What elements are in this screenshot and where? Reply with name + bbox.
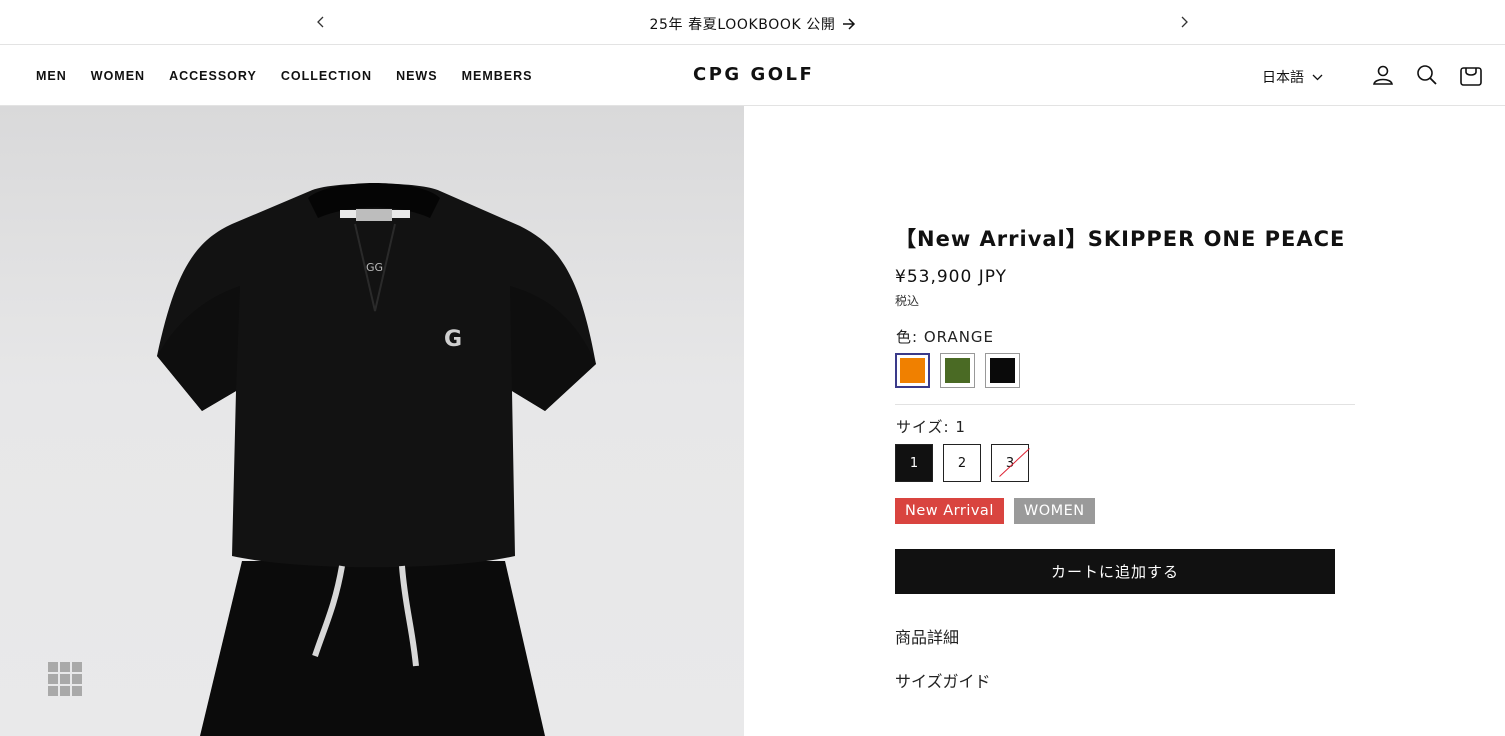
color-swatches (895, 353, 1020, 388)
language-selector[interactable]: 日本語 (1262, 67, 1323, 87)
nav-item-women[interactable]: WOMEN (91, 69, 145, 83)
nav-item-members[interactable]: MEMBERS (462, 69, 533, 83)
announcement-link[interactable]: 25年 春夏LOOKBOOK 公開 (649, 14, 855, 34)
site-header: MEN WOMEN ACCESSORY COLLECTION NEWS MEMB… (0, 45, 1505, 106)
product-badges: New Arrival WOMEN (895, 498, 1095, 524)
svg-text:G: G (444, 327, 462, 352)
swatch-fill (900, 358, 925, 383)
cart-icon[interactable] (1459, 63, 1483, 87)
product-title: 【New Arrival】SKIPPER ONE PEACE (895, 227, 1346, 251)
grid-icon[interactable] (48, 662, 82, 696)
nav-item-collection[interactable]: COLLECTION (281, 69, 372, 83)
size-option-1[interactable]: 1 (895, 444, 933, 482)
swatch-fill (990, 358, 1015, 383)
svg-text:GG: GG (366, 261, 383, 274)
announcement-text: 25年 春夏LOOKBOOK 公開 (649, 17, 836, 33)
arrow-right-icon (842, 18, 855, 30)
badge-women: WOMEN (1013, 498, 1095, 524)
announcement-bar: 25年 春夏LOOKBOOK 公開 (0, 0, 1505, 45)
product-image[interactable]: G GG (0, 106, 744, 736)
size-label: サイズ: 1 (896, 418, 966, 436)
color-swatch-green[interactable] (940, 353, 975, 388)
color-swatch-black[interactable] (985, 353, 1020, 388)
add-to-cart-button[interactable]: カートに追加する (895, 549, 1335, 594)
badge-new-arrival: New Arrival (895, 498, 1004, 524)
chevron-down-icon (1312, 74, 1323, 80)
color-swatch-orange[interactable] (895, 353, 930, 388)
site-logo[interactable]: CPG GOLF (693, 64, 814, 85)
divider (895, 404, 1355, 405)
tax-note: 税込 (895, 294, 920, 308)
main-nav: MEN WOMEN ACCESSORY COLLECTION NEWS MEMB… (36, 69, 532, 83)
size-option-2[interactable]: 2 (943, 444, 981, 482)
size-option-3[interactable]: 3 (991, 444, 1029, 482)
product-details-toggle[interactable]: 商品詳細 (895, 624, 959, 648)
garment-illustration: G GG (157, 183, 596, 736)
language-label: 日本語 (1262, 70, 1304, 86)
color-label: 色: ORANGE (896, 328, 995, 346)
nav-item-accessory[interactable]: ACCESSORY (169, 69, 257, 83)
nav-item-news[interactable]: NEWS (396, 69, 438, 83)
size-options: 1 2 3 (895, 444, 1029, 482)
chevron-right-icon[interactable] (1174, 12, 1194, 32)
swatch-fill (945, 358, 970, 383)
size-guide-link[interactable]: サイズガイド (895, 668, 991, 692)
product-price: ¥53,900 JPY (895, 267, 1007, 287)
announcement-message: 25年 春夏LOOKBOOK 公開 (0, 14, 1505, 34)
search-icon[interactable] (1415, 63, 1439, 87)
account-icon[interactable] (1371, 63, 1395, 87)
nav-item-men[interactable]: MEN (36, 69, 67, 83)
